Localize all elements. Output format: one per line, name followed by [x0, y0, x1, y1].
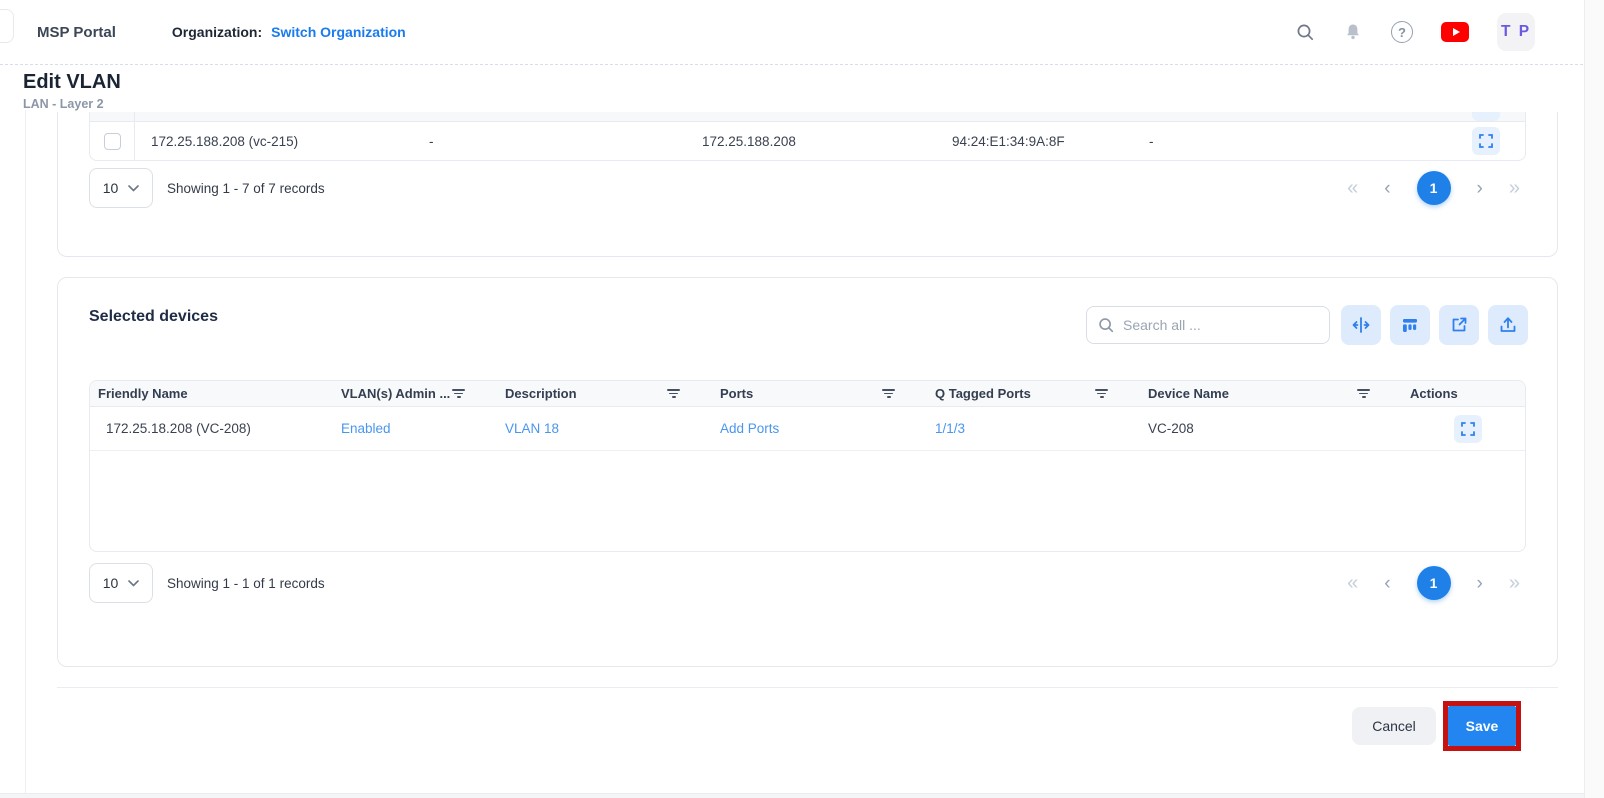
filter-icon[interactable] [452, 389, 465, 397]
resize-columns-button[interactable] [1341, 305, 1381, 345]
cell-friendly-name: 172.25.188.208 (vc-215) [135, 134, 429, 149]
pagination: 10 Showing 1 - 1 of 1 records « ‹ 1 › » [89, 563, 1526, 603]
page-size-select[interactable]: 10 [89, 563, 153, 603]
page: MSP Portal Organization: Switch Organiza… [0, 0, 1604, 798]
selected-devices-table: Friendly Name VLAN(s) Admin ... Descript… [89, 380, 1526, 552]
annotation-highlight: Save [1443, 701, 1521, 751]
cell-device-name: VC-208 [1142, 421, 1404, 436]
first-page-button[interactable]: « [1347, 573, 1358, 593]
page-number-active[interactable]: 1 [1417, 171, 1451, 205]
col-device-name: Device Name [1148, 386, 1229, 401]
records-summary: Showing 1 - 7 of 7 records [167, 181, 325, 196]
expand-icon [1479, 134, 1493, 148]
cell-ip-address: 172.25.188.208 [702, 134, 952, 149]
organization-label: Organization: [172, 24, 262, 40]
search-icon[interactable] [1295, 22, 1315, 42]
table-row: 172.25.188.208 (vc-215) - 172.25.188.208… [90, 122, 1525, 160]
bell-icon[interactable] [1343, 22, 1363, 42]
filter-icon[interactable] [882, 389, 895, 397]
table-row: 172.25.18.208 (VC-208) Enabled VLAN 18 A… [90, 407, 1525, 451]
cell-mac-address: 94:24:E1:34:9A:8F [952, 134, 1149, 149]
add-ports-link[interactable]: Add Ports [720, 421, 779, 436]
top-bar: MSP Portal Organization: Switch Organiza… [0, 0, 1583, 65]
description-link[interactable]: VLAN 18 [505, 421, 559, 436]
devices-table: 172.25.188.208 (vc-215) - 172.25.188.208… [89, 112, 1526, 161]
cell-vlan-admin: - [429, 134, 702, 149]
next-page-button[interactable]: › [1477, 574, 1483, 593]
pagination: 10 Showing 1 - 7 of 7 records « ‹ 1 › » [89, 168, 1526, 208]
cell-tagged: - [1149, 134, 1447, 149]
organization-link[interactable]: Switch Organization [271, 24, 406, 40]
table-toolbar [1086, 305, 1528, 345]
last-page-button[interactable]: » [1509, 178, 1520, 198]
next-page-button[interactable]: › [1477, 179, 1483, 198]
expand-icon [1461, 422, 1475, 436]
help-icon[interactable]: ? [1391, 21, 1413, 43]
q-tagged-ports-link[interactable]: 1/1/3 [935, 421, 965, 436]
sidebar-collapsed-tab[interactable] [0, 9, 14, 43]
upload-button[interactable] [1488, 305, 1528, 345]
filter-icon[interactable] [1357, 389, 1370, 397]
resize-columns-icon [1351, 315, 1371, 335]
expand-row-button[interactable] [1454, 415, 1482, 443]
first-page-button[interactable]: « [1347, 178, 1358, 198]
chevron-down-icon [128, 185, 139, 192]
chevron-down-icon [128, 580, 139, 587]
play-icon [1453, 28, 1460, 36]
devices-table-card: 172.25.188.208 (vc-215) - 172.25.188.208… [57, 112, 1558, 257]
content-panel-edge [25, 110, 26, 798]
bottom-edge [0, 793, 1584, 798]
avatar[interactable]: T P [1497, 13, 1535, 51]
records-summary: Showing 1 - 1 of 1 records [167, 576, 325, 591]
vertical-scrollbar[interactable] [1584, 0, 1604, 798]
top-bar-actions: ? T P [1295, 13, 1583, 51]
save-button[interactable]: Save [1448, 706, 1516, 746]
page-subtitle: LAN - Layer 2 [0, 94, 1583, 111]
expand-row-button[interactable] [1472, 127, 1500, 155]
page-title: Edit VLAN [0, 65, 1583, 94]
col-ports: Ports [720, 386, 753, 401]
search-input[interactable] [1123, 317, 1319, 333]
footer-divider [57, 687, 1558, 688]
prev-page-button[interactable]: ‹ [1384, 574, 1390, 593]
row-checkbox[interactable] [104, 133, 121, 150]
filter-icon[interactable] [1095, 389, 1108, 397]
table-columns-icon [1400, 315, 1420, 335]
open-external-button[interactable] [1439, 305, 1479, 345]
youtube-icon[interactable] [1441, 22, 1469, 42]
section-title: Selected devices [89, 308, 218, 326]
prev-page-button[interactable]: ‹ [1384, 179, 1390, 198]
cancel-button[interactable]: Cancel [1352, 707, 1436, 745]
col-description: Description [505, 386, 577, 401]
filter-icon[interactable] [667, 389, 680, 397]
col-vlan-admin: VLAN(s) Admin ... [341, 386, 450, 401]
page-number-active[interactable]: 1 [1417, 566, 1451, 600]
table-row-partial [90, 112, 1525, 122]
upload-icon [1498, 315, 1518, 335]
col-q-tagged-ports: Q Tagged Ports [935, 386, 1031, 401]
app-title: MSP Portal [37, 24, 116, 41]
page-size-select[interactable]: 10 [89, 168, 153, 208]
cell-friendly-name: 172.25.18.208 (VC-208) [90, 421, 335, 436]
last-page-button[interactable]: » [1509, 573, 1520, 593]
expand-icon-partial [1472, 112, 1500, 121]
table-columns-button[interactable] [1390, 305, 1430, 345]
page-header: Edit VLAN LAN - Layer 2 [0, 65, 1583, 112]
col-actions: Actions [1410, 386, 1458, 401]
col-friendly-name: Friendly Name [98, 386, 188, 401]
search-icon [1097, 316, 1115, 334]
search-field[interactable] [1086, 306, 1330, 344]
selected-devices-card: Selected devices Friendly Name [57, 277, 1558, 667]
open-external-icon [1449, 315, 1469, 335]
table-header-row: Friendly Name VLAN(s) Admin ... Descript… [90, 381, 1525, 407]
vlan-admin-link[interactable]: Enabled [341, 421, 391, 436]
